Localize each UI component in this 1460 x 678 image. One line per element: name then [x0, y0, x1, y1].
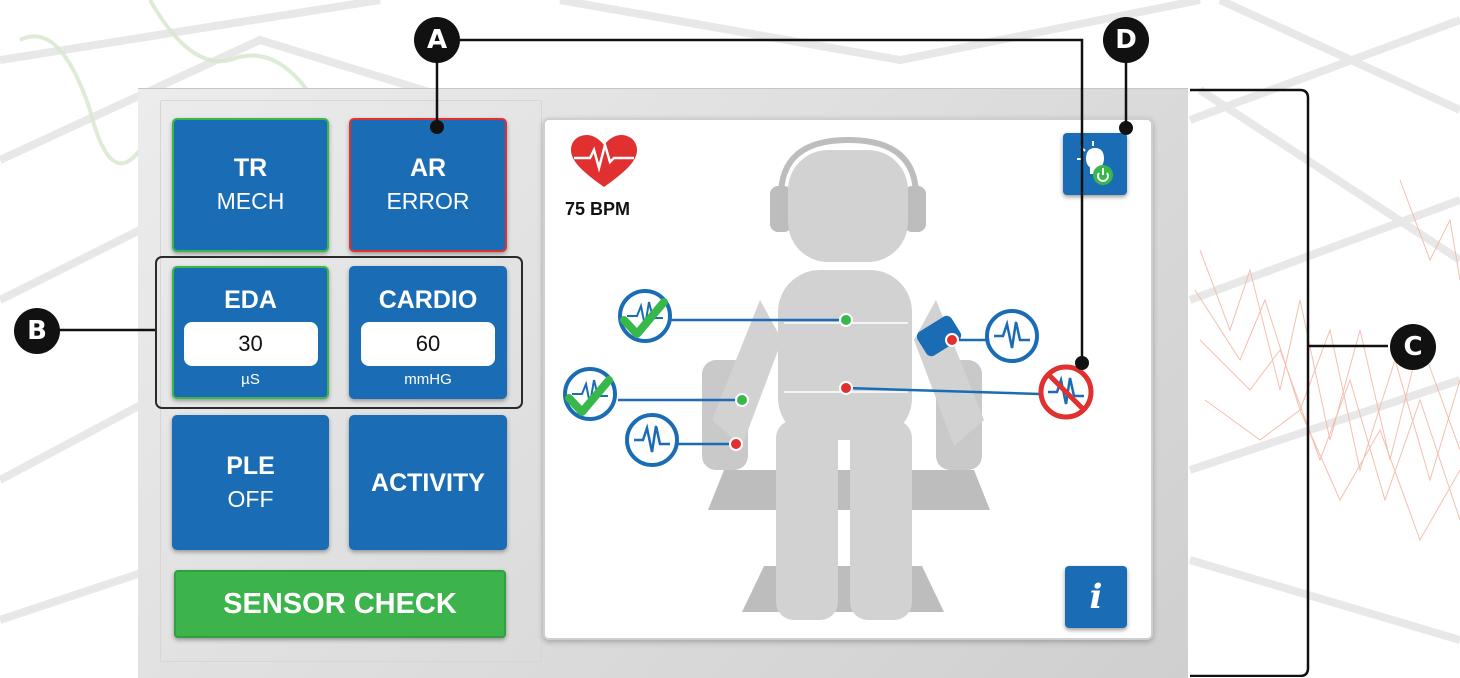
subject-figure: [702, 136, 990, 620]
callout-d: D: [1103, 17, 1149, 63]
left-hand-sensor-dot: [735, 393, 749, 407]
heart-pulse-icon: [571, 135, 637, 187]
info-button[interactable]: i: [1065, 566, 1127, 628]
callout-b: B: [14, 308, 60, 354]
checkmark-waveform-icon[interactable]: [563, 367, 617, 421]
lightbulb-power-button[interactable]: [1063, 133, 1127, 195]
checkmark-waveform-icon[interactable]: [618, 289, 672, 343]
seated-figure-diagram: [563, 135, 1094, 620]
waveform-icon[interactable]: [625, 413, 679, 467]
lightbulb-power-icon: [1077, 141, 1113, 185]
callout-c: C: [1390, 324, 1436, 370]
no-signal-waveform-icon[interactable]: [1038, 364, 1094, 420]
waveform-icon[interactable]: [985, 309, 1039, 363]
waist-sensor-dot: [839, 381, 853, 395]
seat-sensor-dot: [729, 437, 743, 451]
info-icon: i: [1089, 577, 1103, 617]
chest-sensor-dot: [839, 313, 853, 327]
heart-rate-readout: 75 BPM: [565, 199, 631, 219]
callout-a: A: [414, 17, 460, 63]
arm-cuff-sensor-dot: [945, 333, 959, 347]
